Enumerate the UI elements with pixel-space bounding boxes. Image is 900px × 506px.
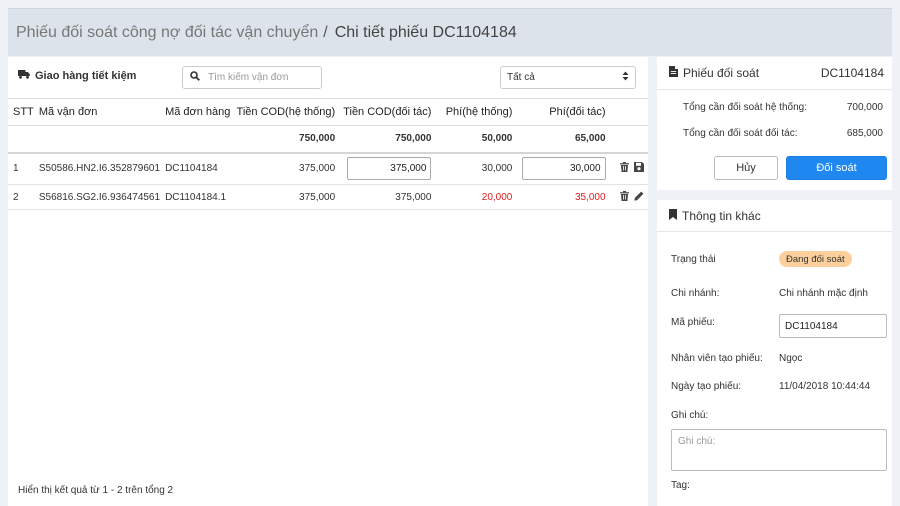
branch-label: Chi nhánh: <box>671 288 720 299</box>
note-field[interactable] <box>671 429 887 471</box>
other-info-card: Thông tin khác Trạng thái Đang đối soát … <box>657 200 892 506</box>
row-actions <box>613 184 648 210</box>
row-fee-system: 30,000 <box>439 152 521 185</box>
total-system-value: 700,000 <box>846 102 883 113</box>
search-input[interactable] <box>208 72 313 83</box>
code-label: Mã phiếu: <box>671 317 715 328</box>
search-box[interactable] <box>182 66 322 89</box>
total-cod-partner: 750,000 <box>343 125 440 154</box>
cancel-button[interactable]: Hủy <box>714 156 778 180</box>
column-header-fee-system: Phí(hệ thống) <box>439 98 521 126</box>
note-label: Ghi chú: <box>671 410 709 421</box>
code-field[interactable] <box>779 314 887 338</box>
trash-icon[interactable] <box>619 190 629 204</box>
reconcile-card-title: Phiếu đối soát <box>683 66 760 80</box>
table-toolbar: Giao hàng tiết kiệm Tất cả <box>8 57 648 97</box>
save-icon[interactable] <box>634 162 645 175</box>
tag-label: Tag: <box>671 480 690 491</box>
creator-value: Ngọc <box>779 353 803 364</box>
created-date-label: Ngày tạo phiếu: <box>671 381 742 392</box>
breadcrumb-parent-link[interactable]: Phiếu đối soát công nợ đối tác vận chuyể… <box>16 24 318 42</box>
column-header-cod-partner: Tiền COD(đối tác) <box>343 98 440 126</box>
total-fee-system: 50,000 <box>439 125 521 154</box>
totals-row: 750,000 750,000 50,000 65,000 <box>8 125 648 154</box>
other-info-title: Thông tin khác <box>682 208 761 223</box>
search-icon <box>190 71 200 84</box>
row-cod-system: 375,000 <box>236 184 344 210</box>
other-info-header: Thông tin khác <box>657 200 892 232</box>
row-fee-partner: 35,000 <box>520 184 614 210</box>
carrier-filter: Giao hàng tiết kiệm <box>18 70 136 82</box>
row-cod-system: 375,000 <box>236 152 344 185</box>
status-label: Trạng thái <box>671 254 716 265</box>
truck-icon <box>18 70 30 82</box>
column-header-actions <box>613 98 648 126</box>
row-cod-partner-cell <box>343 152 440 185</box>
reconcile-button[interactable]: Đối soát <box>786 156 887 180</box>
fee-partner-input[interactable] <box>521 157 606 181</box>
column-header-order: Mã đơn hàng <box>160 98 237 126</box>
table-row: 1 S50586.HN2.I6.352879601 DC1104184 375,… <box>8 152 648 185</box>
status-filter-value: Tất cả <box>507 72 535 83</box>
bookmark-icon <box>669 208 677 223</box>
table-header-row: STT Mã vận đơn Mã đơn hàng Tiền COD(hệ t… <box>8 98 648 126</box>
row-cod-partner: 375,000 <box>343 184 440 210</box>
row-actions <box>613 152 648 185</box>
row-stt: 1 <box>8 152 34 185</box>
column-header-cod-system: Tiền COD(hệ thống) <box>236 98 344 126</box>
total-cod-system: 750,000 <box>236 125 344 154</box>
waybill-table: STT Mã vận đơn Mã đơn hàng Tiền COD(hệ t… <box>8 98 648 210</box>
breadcrumb: Phiếu đối soát công nợ đối tác vận chuyể… <box>8 8 892 56</box>
total-partner-value: 685,000 <box>846 128 883 139</box>
page-title: Chi tiết phiếu DC1104184 <box>334 23 517 41</box>
column-header-fee-partner: Phí(đối tác) <box>520 98 614 126</box>
reconcile-card-code: DC1104184 <box>820 66 884 80</box>
breadcrumb-separator: / <box>323 23 328 41</box>
creator-label: Nhân viên tạo phiếu: <box>671 353 763 364</box>
row-waybill-code: S50586.HN2.I6.352879601 <box>33 152 161 185</box>
row-order-code: DC1104184 <box>160 152 237 185</box>
total-system-label: Tổng cần đối soát hệ thống: <box>683 102 807 113</box>
total-fee-partner: 65,000 <box>520 125 614 154</box>
carrier-label: Giao hàng tiết kiệm <box>35 70 137 82</box>
column-header-waybill: Mã vận đơn <box>33 98 161 126</box>
branch-value: Chi nhánh mặc định <box>779 288 868 299</box>
pagination-info: Hiển thị kết quả từ 1 - 2 trên tổng 2 <box>18 485 174 496</box>
row-fee-system: 20,000 <box>439 184 521 210</box>
chevron-updown-icon <box>622 71 629 84</box>
row-order-code: DC1104184.1 <box>160 184 237 210</box>
cod-partner-input[interactable] <box>347 157 432 181</box>
file-icon <box>669 66 678 80</box>
row-fee-partner-cell <box>520 152 614 185</box>
status-badge: Đang đối soát <box>779 251 852 267</box>
column-header-stt: STT <box>8 98 34 126</box>
reconcile-summary-card: Phiếu đối soát DC1104184 Tổng cần đối so… <box>657 57 892 190</box>
status-filter-select[interactable]: Tất cả <box>500 66 636 89</box>
pencil-icon[interactable] <box>634 191 644 204</box>
table-row: 2 S56816.SG2.I6.936474561 DC1104184.1 37… <box>8 184 648 210</box>
total-partner-label: Tổng cần đối soát đối tác: <box>683 128 798 139</box>
reconcile-card-header: Phiếu đối soát DC1104184 <box>657 57 892 90</box>
row-waybill-code: S56816.SG2.I6.936474561 <box>33 184 161 210</box>
trash-icon[interactable] <box>619 162 629 175</box>
total-system-row: Tổng cần đối soát hệ thống: 700,000 <box>683 102 883 113</box>
created-date-value: 11/04/2018 10:44:44 <box>779 381 871 392</box>
total-partner-row: Tổng cần đối soát đối tác: 685,000 <box>683 128 883 139</box>
reconcile-detail-panel: Giao hàng tiết kiệm Tất cả <box>8 57 648 506</box>
row-stt: 2 <box>8 184 34 210</box>
